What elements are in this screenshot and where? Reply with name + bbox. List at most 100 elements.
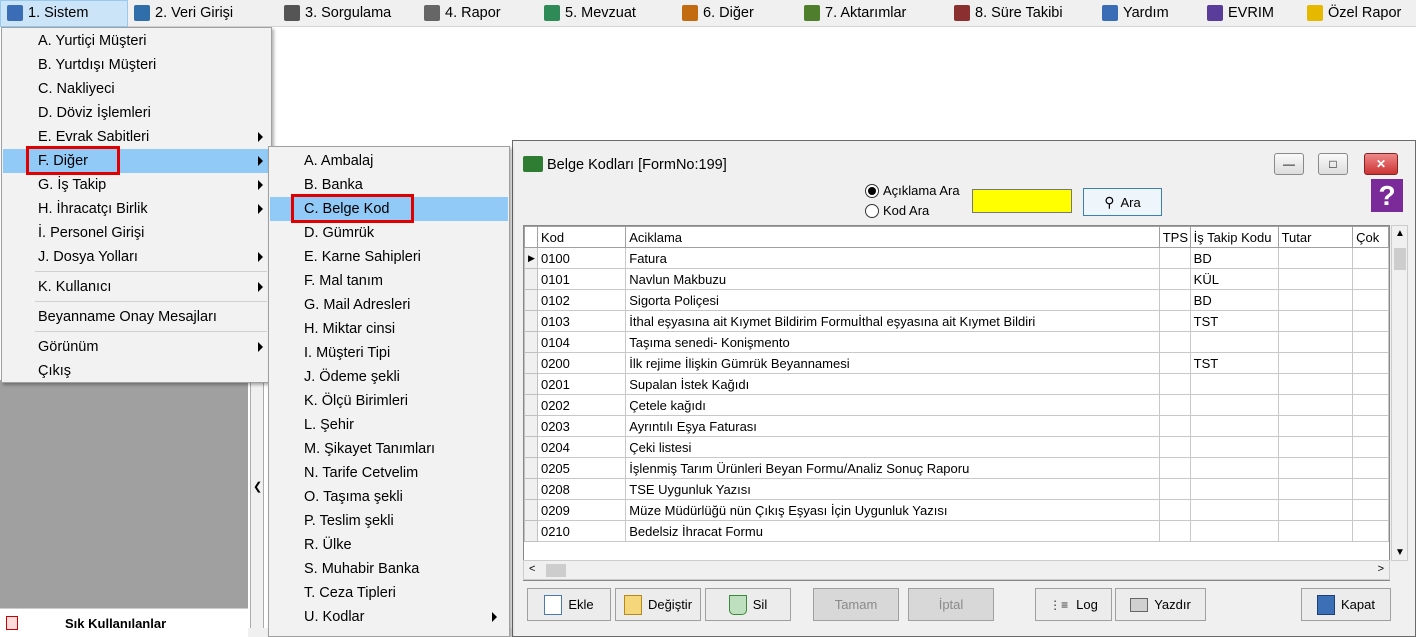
cell-is_takip[interactable]: [1189, 331, 1279, 353]
tamam-button[interactable]: Tamam: [813, 588, 899, 621]
table-row[interactable]: 0201 Supalan İstek Kağıdı: [524, 373, 1389, 395]
cell-tutar[interactable]: [1277, 457, 1354, 479]
cell-cok[interactable]: [1352, 436, 1389, 458]
horizontal-scrollbar[interactable]: < >: [523, 560, 1390, 580]
cell-tutar[interactable]: [1277, 436, 1354, 458]
cell-cok[interactable]: [1352, 310, 1389, 332]
cell-cok[interactable]: [1352, 415, 1389, 437]
menubar-item-1[interactable]: 2. Veri Girişi: [128, 0, 278, 27]
table-row[interactable]: 0102 Sigorta Poliçesi BD: [524, 289, 1389, 311]
scroll-up-icon[interactable]: ▲: [1395, 228, 1405, 239]
cell-tutar[interactable]: [1277, 394, 1354, 416]
cell-aciklama[interactable]: Bedelsiz İhracat Formu: [625, 520, 1160, 542]
table-row[interactable]: 0200 İlk rejime İlişkin Gümrük Beyannames…: [524, 352, 1389, 374]
cell-kod[interactable]: 0102: [536, 289, 627, 311]
cell-tps[interactable]: [1158, 499, 1191, 521]
cell-cok[interactable]: [1352, 289, 1389, 311]
diger-submenu-item-2[interactable]: C. Belge Kod: [270, 197, 508, 221]
cell-is_takip[interactable]: KÜL: [1189, 268, 1279, 290]
sistem-menu-item-12[interactable]: Görünüm: [3, 335, 270, 359]
cell-is_takip[interactable]: BD: [1189, 289, 1279, 311]
hscroll-thumb[interactable]: [546, 564, 566, 577]
cell-aciklama[interactable]: TSE Uygunluk Yazısı: [625, 478, 1160, 500]
cell-aciklama[interactable]: İşlenmiş Tarım Ürünleri Beyan Formu/Anal…: [625, 457, 1160, 479]
cell-tps[interactable]: [1158, 247, 1191, 269]
cell-kod[interactable]: 0205: [536, 457, 627, 479]
cell-tps[interactable]: [1158, 331, 1191, 353]
sistem-menu-item-8[interactable]: İ. Personel Girişi: [3, 221, 270, 245]
menubar-item-2[interactable]: 3. Sorgulama: [278, 0, 418, 27]
cell-aciklama[interactable]: Ayrıntılı Eşya Faturası: [625, 415, 1160, 437]
cell-cok[interactable]: [1352, 352, 1389, 374]
maximize-button[interactable]: □: [1318, 153, 1348, 175]
diger-submenu-item-16[interactable]: R. Ülke: [270, 533, 508, 557]
cell-cok[interactable]: [1352, 331, 1389, 353]
column-header[interactable]: İş Takip Kodu: [1189, 226, 1279, 248]
cell-is_takip[interactable]: [1189, 520, 1279, 542]
cell-aciklama[interactable]: Supalan İstek Kağıdı: [625, 373, 1160, 395]
log-button[interactable]: ⋮≡ Log: [1035, 588, 1112, 621]
sistem-menu-item-13[interactable]: Çıkış: [3, 359, 270, 383]
scroll-down-icon[interactable]: ▼: [1395, 547, 1405, 558]
diger-submenu-item-17[interactable]: S. Muhabir Banka: [270, 557, 508, 581]
cell-kod[interactable]: 0100: [536, 247, 627, 269]
scroll-right-icon[interactable]: >: [1378, 563, 1384, 575]
kapat-button[interactable]: Kapat: [1301, 588, 1391, 621]
table-row[interactable]: 0104 Taşıma senedi- Konişmento: [524, 331, 1389, 353]
sistem-menu-item-1[interactable]: B. Yurtdışı Müşteri: [3, 53, 270, 77]
table-row[interactable]: ▶ 0100 Fatura BD: [524, 247, 1389, 269]
sistem-menu-item-11[interactable]: Beyanname Onay Mesajları: [3, 305, 270, 329]
cell-kod[interactable]: 0210: [536, 520, 627, 542]
favorites-bar[interactable]: Sık Kullanılanlar: [0, 608, 248, 637]
sistem-menu-item-10[interactable]: K. Kullanıcı: [3, 275, 270, 299]
sistem-menu-item-5[interactable]: F. Diğer: [3, 149, 270, 173]
diger-submenu-item-13[interactable]: N. Tarife Cetvelim: [270, 461, 508, 485]
diger-submenu-item-19[interactable]: U. Kodlar: [270, 605, 508, 629]
diger-submenu-item-12[interactable]: M. Şikayet Tanımları: [270, 437, 508, 461]
cell-tps[interactable]: [1158, 415, 1191, 437]
cell-tps[interactable]: [1158, 289, 1191, 311]
cell-tps[interactable]: [1158, 457, 1191, 479]
menubar-item-5[interactable]: 6. Diğer: [676, 0, 798, 27]
menubar-item-0[interactable]: 1. Sistem: [0, 0, 128, 27]
cell-cok[interactable]: [1352, 373, 1389, 395]
cell-kod[interactable]: 0204: [536, 436, 627, 458]
close-button[interactable]: ✕: [1364, 153, 1398, 175]
cell-cok[interactable]: [1352, 457, 1389, 479]
diger-submenu-item-11[interactable]: L. Şehir: [270, 413, 508, 437]
column-header[interactable]: Aciklama: [625, 226, 1160, 248]
degistir-button[interactable]: Değiştir: [615, 588, 701, 621]
sistem-menu-item-6[interactable]: G. İş Takip: [3, 173, 270, 197]
cell-is_takip[interactable]: [1189, 373, 1279, 395]
window-titlebar[interactable]: Belge Kodları [FormNo:199] — □ ✕: [513, 141, 1415, 183]
diger-submenu-item-7[interactable]: H. Miktar cinsi: [270, 317, 508, 341]
cell-kod[interactable]: 0209: [536, 499, 627, 521]
cell-kod[interactable]: 0103: [536, 310, 627, 332]
table-row[interactable]: 0208 TSE Uygunluk Yazısı: [524, 478, 1389, 500]
cell-cok[interactable]: [1352, 394, 1389, 416]
cell-kod[interactable]: 0208: [536, 478, 627, 500]
table-row[interactable]: 0203 Ayrıntılı Eşya Faturası: [524, 415, 1389, 437]
scroll-thumb[interactable]: [1394, 248, 1406, 270]
sistem-menu-item-2[interactable]: C. Nakliyeci: [3, 77, 270, 101]
cell-aciklama[interactable]: İlk rejime İlişkin Gümrük Beyannamesi: [625, 352, 1160, 374]
cell-tps[interactable]: [1158, 478, 1191, 500]
diger-submenu-item-3[interactable]: D. Gümrük: [270, 221, 508, 245]
cell-tutar[interactable]: [1277, 373, 1354, 395]
cell-tps[interactable]: [1158, 394, 1191, 416]
diger-submenu-item-10[interactable]: K. Ölçü Birimleri: [270, 389, 508, 413]
cell-tutar[interactable]: [1277, 520, 1354, 542]
cell-is_takip[interactable]: [1189, 478, 1279, 500]
cell-tutar[interactable]: [1277, 310, 1354, 332]
cell-aciklama[interactable]: Taşıma senedi- Konişmento: [625, 331, 1160, 353]
cell-tps[interactable]: [1158, 310, 1191, 332]
cell-tutar[interactable]: [1277, 352, 1354, 374]
cell-tutar[interactable]: [1277, 478, 1354, 500]
radio-aciklama-ara[interactable]: Açıklama Ara: [865, 183, 960, 198]
column-header[interactable]: TPS: [1158, 226, 1191, 248]
menubar-item-10[interactable]: Özel Rapor: [1301, 0, 1416, 27]
column-header[interactable]: Çok: [1352, 226, 1389, 248]
menubar-item-3[interactable]: 4. Rapor: [418, 0, 538, 27]
cell-aciklama[interactable]: Fatura: [625, 247, 1160, 269]
sistem-menu-item-3[interactable]: D. Döviz İşlemleri: [3, 101, 270, 125]
